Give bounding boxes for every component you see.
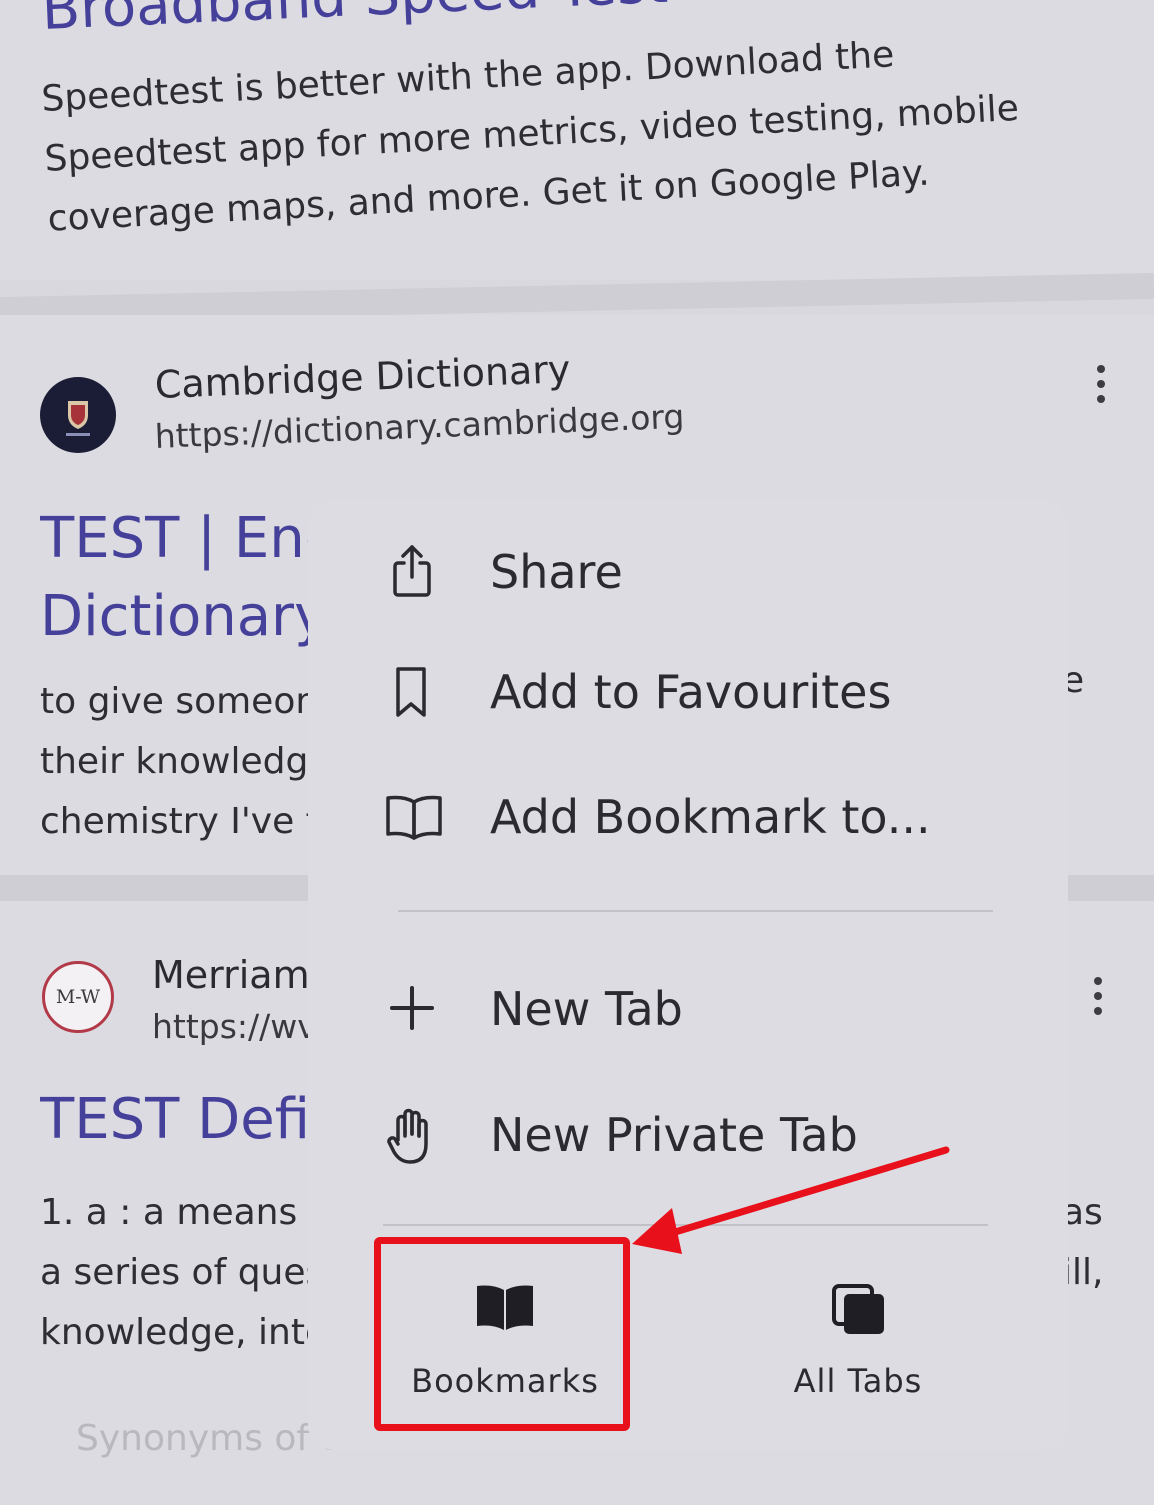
result-snippet: Speedtest is better with the app. Downlo… xyxy=(40,19,1024,250)
menu-divider xyxy=(383,1224,988,1226)
bookmark-icon xyxy=(384,663,440,719)
all-tabs-icon xyxy=(830,1282,890,1338)
snippet-line: a series of ques xyxy=(40,1252,312,1293)
result-title[interactable]: TEST Defin xyxy=(40,1081,312,1159)
more-options-icon[interactable] xyxy=(1094,977,1104,1022)
plus-icon xyxy=(384,980,440,1036)
site-name: Cambridge Dictionary xyxy=(154,347,572,407)
all-tabs-button[interactable]: All Tabs xyxy=(738,1240,978,1425)
menu-item-label: New Tab xyxy=(490,982,683,1036)
menu-item-new-tab[interactable]: New Tab xyxy=(308,952,1068,1062)
favicon-text: M-W xyxy=(55,986,101,1008)
menu-item-share[interactable]: Share xyxy=(308,515,1068,625)
menu-item-add-bookmark-to[interactable]: Add Bookmark to... xyxy=(308,760,1068,870)
site-name: Merriam xyxy=(152,953,310,997)
result-card-speedtest: Broadband Speed Test Speedtest is better… xyxy=(0,0,1154,280)
site-url: https://wv xyxy=(152,1007,310,1046)
hand-icon xyxy=(384,1106,440,1164)
snippet-fragment: ill, xyxy=(1062,1252,1104,1293)
menu-item-new-private-tab[interactable]: New Private Tab xyxy=(308,1078,1068,1188)
snippet-line: chemistry I've t xyxy=(40,801,312,842)
open-book-icon xyxy=(384,788,442,844)
all-tabs-label: All Tabs xyxy=(793,1362,923,1400)
snippet-fragment: as xyxy=(1062,1192,1103,1233)
menu-item-label: Add to Favourites xyxy=(490,665,892,719)
result-snippet: 1. a : a means c a series of ques knowle… xyxy=(40,1183,312,1363)
snippet-line: knowledge, inte xyxy=(40,1312,312,1353)
snippet-line: their knowledg xyxy=(40,741,309,782)
title-line: TEST | Engli xyxy=(40,506,330,571)
snippet-line: to give someon xyxy=(40,681,312,722)
snippet-line: 1. a : a means c xyxy=(40,1192,312,1233)
menu-item-label: Share xyxy=(490,545,623,599)
result-title[interactable]: TEST | Engli Dictionary xyxy=(40,500,330,656)
more-options-icon[interactable] xyxy=(1097,365,1107,410)
merriam-webster-logo: M-W xyxy=(42,961,114,1033)
menu-item-label: Add Bookmark to... xyxy=(490,790,931,844)
site-url: https://dictionary.cambridge.org xyxy=(154,396,685,456)
menu-item-add-to-favourites[interactable]: Add to Favourites xyxy=(308,635,1068,745)
title-line: Dictionary xyxy=(40,584,328,649)
share-icon xyxy=(384,543,440,599)
result-snippet: to give someon their knowledg chemistry … xyxy=(40,672,312,852)
bookmarks-highlight-box xyxy=(374,1237,630,1431)
cambridge-logo xyxy=(40,377,116,453)
menu-divider xyxy=(398,910,993,912)
menu-item-label: New Private Tab xyxy=(490,1108,858,1162)
